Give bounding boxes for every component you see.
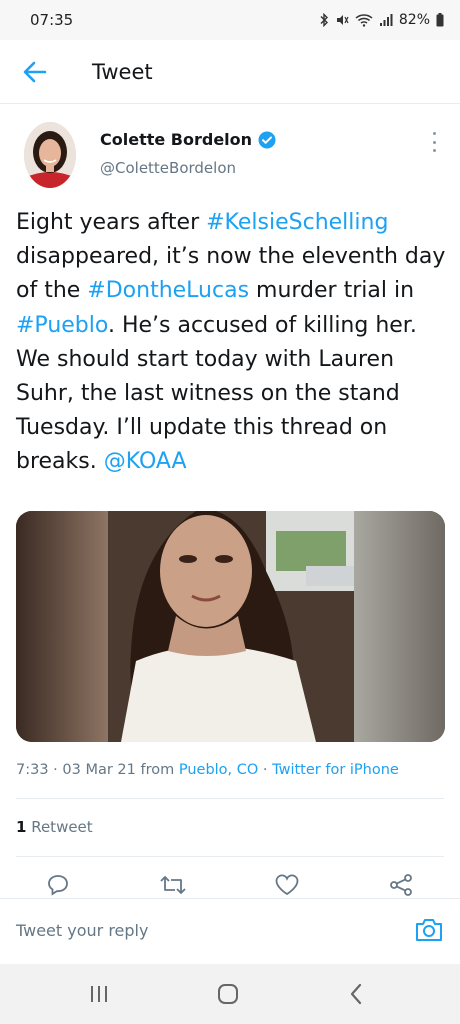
tweet-text-segment: Eight years after	[16, 210, 207, 235]
more-options-button[interactable]	[426, 132, 442, 152]
share-icon	[390, 874, 412, 896]
home-icon	[218, 984, 238, 1004]
recent-apps-button[interactable]	[84, 982, 114, 1006]
signal-icon	[379, 14, 393, 26]
tweet-actions	[0, 870, 460, 900]
author-name[interactable]: Colette Bordelon	[100, 130, 252, 149]
tweet-media-image[interactable]	[16, 511, 445, 742]
camera-icon	[416, 919, 442, 941]
tweet-text-segment: murder trial in	[249, 278, 415, 304]
battery-icon	[436, 13, 444, 27]
tweet-time: 7:33	[16, 762, 49, 778]
page-title: Tweet	[92, 59, 153, 84]
author-handle[interactable]: @ColetteBordelon	[100, 159, 276, 177]
author-name-row[interactable]: Colette Bordelon	[100, 130, 276, 149]
home-button[interactable]	[213, 982, 243, 1006]
avatar-image	[24, 122, 76, 188]
retweet-label: Retweet	[26, 818, 93, 836]
reply-button[interactable]	[42, 870, 74, 900]
verified-badge-icon	[258, 131, 276, 148]
comment-icon	[48, 875, 68, 896]
avatar[interactable]	[24, 122, 76, 188]
retweet-stats[interactable]: 1 Retweet	[16, 818, 93, 836]
status-icons: 82%	[319, 12, 444, 28]
mute-icon	[336, 15, 349, 25]
like-button[interactable]	[271, 870, 303, 900]
app-header: Tweet	[0, 40, 460, 104]
retweet-button[interactable]	[157, 870, 189, 900]
tweet-link[interactable]: #Pueblo	[16, 313, 108, 338]
divider	[16, 856, 444, 857]
arrow-left-icon	[23, 61, 47, 82]
back-nav-button[interactable]	[341, 982, 371, 1006]
back-button[interactable]	[0, 40, 72, 104]
divider	[16, 798, 444, 799]
wifi-icon	[355, 14, 373, 27]
tweet-meta: 7:33 · 03 Mar 21 from Pueblo, CO · Twitt…	[16, 762, 399, 778]
reply-bar: Tweet your reply	[0, 898, 460, 964]
tweet-link[interactable]: #DontheLucas	[87, 278, 249, 303]
tweet-source-link[interactable]: Twitter for iPhone	[272, 762, 399, 778]
photo-image	[16, 511, 445, 742]
reply-input[interactable]: Tweet your reply	[16, 921, 148, 940]
recent-apps-icon	[91, 986, 107, 1002]
bluetooth-icon	[320, 13, 328, 27]
tweet-link[interactable]: @KOAA	[104, 449, 187, 474]
camera-button[interactable]	[414, 915, 444, 945]
tweet-author: Colette Bordelon @ColetteBordelon	[24, 122, 276, 188]
heart-icon	[275, 874, 299, 896]
retweet-icon	[160, 876, 186, 894]
chevron-left-icon	[350, 983, 362, 1005]
share-button[interactable]	[385, 870, 417, 900]
tweet-location-link[interactable]: Pueblo, CO	[179, 762, 258, 778]
tweet-link[interactable]: #KelsieSchelling	[206, 210, 388, 235]
tweet-text: Eight years after #KelsieSchelling disap…	[16, 206, 448, 480]
status-time: 07:35	[30, 11, 74, 29]
battery-percent: 82%	[398, 12, 430, 28]
system-nav-bar	[0, 964, 460, 1024]
more-vertical-icon	[432, 132, 436, 135]
retweet-count: 1	[16, 818, 27, 836]
tweet-date: 03 Mar 21	[62, 762, 136, 778]
status-bar: 07:35 82%	[0, 0, 460, 40]
